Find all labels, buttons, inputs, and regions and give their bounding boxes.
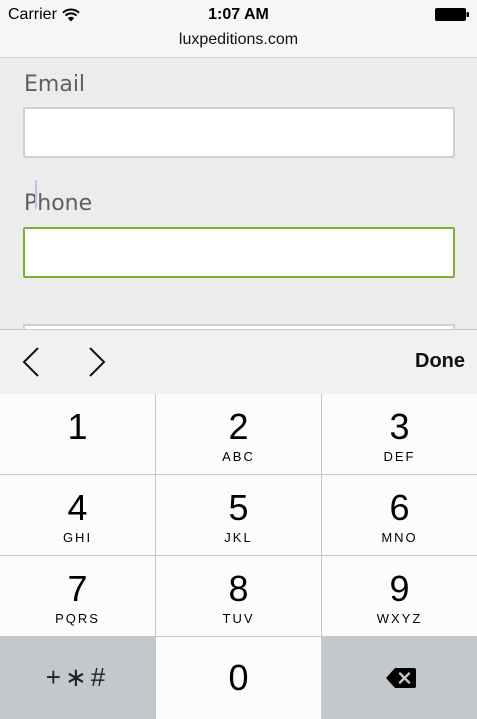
key-7[interactable]: 7 PQRS bbox=[0, 556, 155, 636]
key-8[interactable]: 8 TUV bbox=[156, 556, 321, 636]
previous-field-button[interactable] bbox=[18, 344, 48, 380]
delete-key[interactable] bbox=[322, 637, 477, 719]
done-button[interactable]: Done bbox=[415, 350, 465, 373]
key-1[interactable]: 1 bbox=[0, 394, 155, 474]
key-digit: 6 bbox=[389, 487, 410, 528]
web-page-content: Email Phone bbox=[0, 58, 477, 329]
delete-backspace-icon bbox=[386, 668, 416, 688]
key-4[interactable]: 4 GHI bbox=[0, 475, 155, 555]
next-field-button[interactable] bbox=[82, 344, 112, 380]
key-0[interactable]: 0 bbox=[156, 637, 321, 719]
key-5[interactable]: 5 JKL bbox=[156, 475, 321, 555]
key-digit: 0 bbox=[228, 657, 249, 698]
key-letters: ABC bbox=[222, 449, 255, 464]
key-letters: GHI bbox=[62, 530, 93, 545]
symbols-key[interactable]: +∗# bbox=[0, 637, 155, 719]
key-letters: WXYZ bbox=[376, 611, 423, 626]
key-digit: 4 bbox=[67, 487, 88, 528]
address-bar-url[interactable]: luxpeditions.com bbox=[0, 31, 477, 49]
key-9[interactable]: 9 WXYZ bbox=[322, 556, 477, 636]
key-3[interactable]: 3 DEF bbox=[322, 394, 477, 474]
chevron-right-icon bbox=[89, 347, 106, 377]
email-field[interactable] bbox=[23, 107, 455, 158]
key-digit: 7 bbox=[67, 568, 88, 609]
numeric-keypad: 1 2 ABC 3 DEF 4 GHI 5 JKL 6 MNO 7 PQRS 8… bbox=[0, 394, 477, 719]
key-letters: PQRS bbox=[55, 611, 100, 626]
keyboard-accessory-bar: Done bbox=[0, 329, 477, 394]
key-digit: 9 bbox=[389, 568, 410, 609]
email-label: Email bbox=[24, 72, 86, 97]
key-letters: DEF bbox=[383, 449, 416, 464]
key-letters: TUV bbox=[222, 611, 255, 626]
key-digit: 8 bbox=[228, 568, 249, 609]
key-digit: 3 bbox=[389, 406, 410, 447]
key-digit: 2 bbox=[228, 406, 249, 447]
key-letters: MNO bbox=[381, 530, 418, 545]
battery-icon bbox=[435, 8, 469, 21]
status-time: 1:07 AM bbox=[208, 6, 269, 23]
status-bar: Carrier 1:07 AM luxpeditions.com bbox=[0, 0, 477, 58]
key-digit: 5 bbox=[228, 487, 249, 528]
key-digit: 1 bbox=[67, 406, 88, 447]
key-6[interactable]: 6 MNO bbox=[322, 475, 477, 555]
key-letters: JKL bbox=[224, 530, 253, 545]
chevron-left-icon bbox=[22, 347, 39, 377]
phone-field[interactable] bbox=[23, 227, 455, 278]
key-2[interactable]: 2 ABC bbox=[156, 394, 321, 474]
symbols-label: +∗# bbox=[45, 662, 110, 692]
text-cursor bbox=[35, 180, 37, 209]
